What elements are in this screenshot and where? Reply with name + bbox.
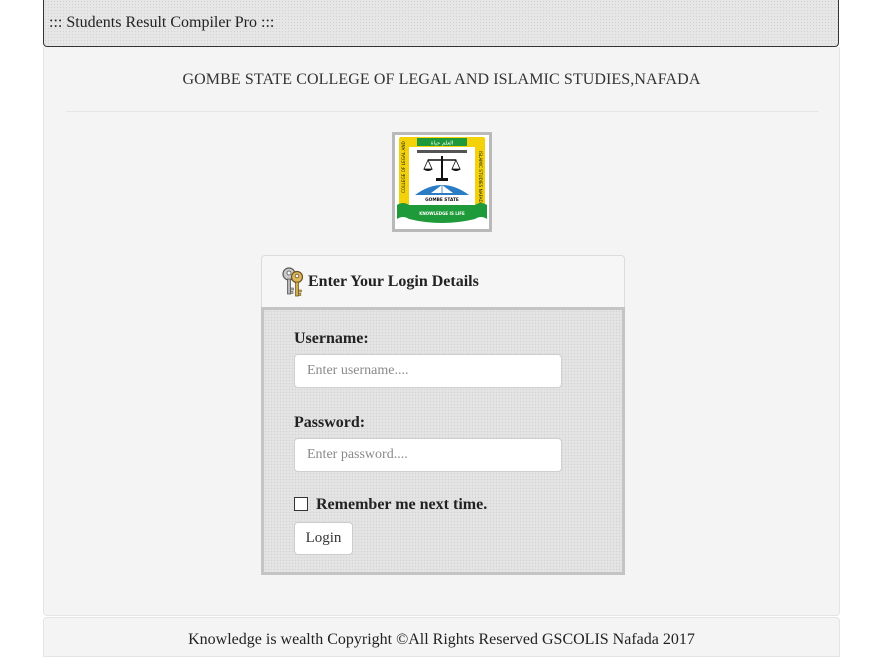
svg-text:COLLEGE OF LEGAL AND: COLLEGE OF LEGAL AND — [401, 141, 406, 193]
app-title: ::: Students Result Compiler Pro ::: — [49, 14, 275, 31]
remember-me-label: Remember me next time. — [316, 496, 488, 513]
institution-name: GOMBE STATE COLLEGE OF LEGAL AND ISLAMIC… — [182, 71, 701, 88]
login-button[interactable]: Login — [294, 522, 353, 555]
login-form: Username: Password: Remember me next tim… — [261, 307, 625, 575]
svg-text:KNOWLEDGE IS LIFE: KNOWLEDGE IS LIFE — [419, 211, 465, 216]
login-heading: Enter Your Login Details — [308, 272, 479, 290]
svg-text:العلم حياة: العلم حياة — [431, 141, 454, 147]
footer-copyright: Knowledge is wealth Copyright ©All Right… — [188, 631, 695, 648]
password-input[interactable] — [294, 438, 562, 472]
app-title-bar: ::: Students Result Compiler Pro ::: — [43, 0, 839, 47]
login-panel-header: Enter Your Login Details — [261, 255, 625, 307]
remember-me-checkbox[interactable] — [294, 497, 308, 511]
main-panel: GOMBE STATE COLLEGE OF LEGAL AND ISLAMIC… — [43, 47, 840, 616]
svg-text:GOMBE STATE: GOMBE STATE — [425, 197, 459, 203]
college-crest-logo: العلم حياة COLLEGE OF LEGAL AND ISLAMIC … — [392, 132, 492, 232]
header-divider — [66, 111, 819, 112]
username-input[interactable] — [294, 354, 562, 388]
remember-me-row: Remember me next time. — [294, 496, 487, 514]
username-label: Username: — [294, 330, 369, 347]
footer: Knowledge is wealth Copyright ©All Right… — [43, 617, 840, 657]
password-label: Password: — [294, 414, 366, 431]
svg-text:ISLAMIC STUDIES NAFADA: ISLAMIC STUDIES NAFADA — [478, 151, 483, 206]
keys-icon — [282, 266, 304, 296]
login-panel: Enter Your Login Details Username: Passw… — [261, 255, 625, 575]
